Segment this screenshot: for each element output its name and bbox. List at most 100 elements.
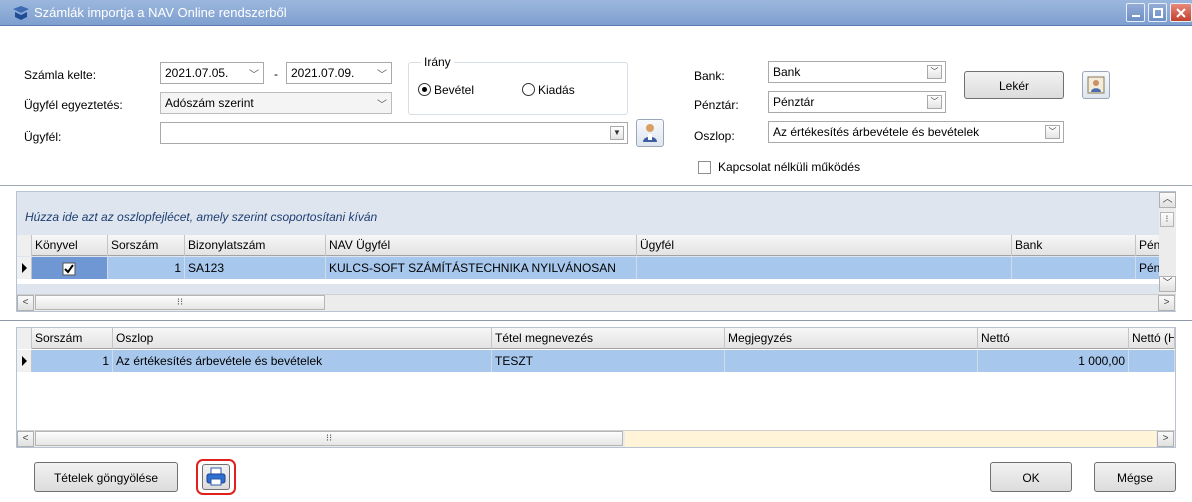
horizontal-scroll-thumb[interactable]: ⁝⁝: [35, 295, 325, 310]
radio-bevetel-label: Bevétel: [434, 83, 475, 97]
col-header-bank[interactable]: Bank: [1012, 235, 1136, 256]
col-header-sorszam[interactable]: Sorszám: [108, 235, 185, 256]
cell-konyvel[interactable]: [32, 257, 108, 279]
megse-button[interactable]: Mégse: [1094, 462, 1176, 492]
bank-select[interactable]: Bank ﹀: [768, 61, 946, 83]
header-indicator: [17, 328, 32, 349]
splitter[interactable]: [0, 320, 1192, 321]
radio-kiadas-label: Kiadás: [538, 83, 575, 97]
cell-ugyfel: [637, 257, 1012, 279]
current-row-icon: [22, 356, 27, 366]
oszlop-label: Oszlop:: [694, 129, 735, 143]
cell-bank: [1012, 257, 1136, 279]
ugyfel-egyeztetes-label: Ügyfél egyeztetés:: [24, 98, 123, 112]
cell-sorszam: 1: [32, 350, 113, 372]
radio-bevetel[interactable]: [418, 83, 431, 96]
report-button[interactable]: [1082, 71, 1110, 99]
invoice-grid: Húzza ide azt az oszlopfejlécet, amely s…: [16, 191, 1176, 312]
col-header-bizonylatszam[interactable]: Bizonylatszám: [185, 235, 326, 256]
cell-tetel: TESZT: [492, 350, 725, 372]
vertical-scroll-thumb[interactable]: ⁝: [1160, 212, 1174, 227]
date-from-picker[interactable]: 2021.07.05. ﹀: [160, 62, 264, 84]
separator: [0, 185, 1192, 186]
cell-nav-ugyfel: KULCS-SOFT SZÁMÍTÁSTECHNIKA NYILVÁNOSAN: [326, 257, 637, 279]
group-by-bar[interactable]: Húzza ide azt az oszlopfejlécet, amely s…: [17, 192, 1175, 235]
col-header-megjegyzes[interactable]: Megjegyzés: [725, 328, 978, 349]
ugyfel-label: Ügyfél:: [24, 130, 62, 144]
horizontal-scroll-thumb[interactable]: ⁝⁝: [35, 431, 623, 446]
ugyfel-egyeztetes-select[interactable]: Adószám szerint ﹀: [160, 92, 392, 114]
close-button[interactable]: [1170, 3, 1192, 22]
scroll-left-icon[interactable]: <: [17, 295, 34, 311]
chevron-down-icon: ﹀: [377, 70, 387, 81]
chevron-down-icon: ﹀: [927, 95, 942, 109]
tetelek-gongyolese-button[interactable]: Tételek göngyölése: [34, 462, 178, 492]
chevron-down-icon: ﹀: [1045, 125, 1060, 139]
horizontal-scrollbar[interactable]: < ⁝⁝ >: [17, 294, 1176, 311]
cell-sorszam: 1: [108, 257, 185, 279]
person-card-icon: [1087, 76, 1105, 94]
date-separator: -: [274, 67, 278, 81]
penztar-label: Pénztár:: [694, 98, 739, 112]
scroll-right-icon[interactable]: >: [1158, 295, 1175, 311]
vertical-scrollbar[interactable]: ︿ ⁝ ﹀: [1159, 192, 1176, 294]
filter-panel: Számla kelte: 2021.07.05. ﹀ - 2021.07.09…: [0, 27, 1192, 187]
date-from-value: 2021.07.05.: [165, 66, 229, 80]
table-row[interactable]: 1 SA123 KULCS-SOFT SZÁMÍTÁSTECHNIKA NYIL…: [17, 257, 1176, 279]
chevron-down-icon: ﹀: [249, 70, 259, 81]
title-bar: Számlák importja a NAV Online rendszerbő…: [0, 0, 1192, 26]
scroll-right-icon[interactable]: >: [1157, 431, 1174, 447]
col-header-nav-ugyfel[interactable]: NAV Ügyfél: [326, 235, 637, 256]
date-to-picker[interactable]: 2021.07.09. ﹀: [286, 62, 392, 84]
chevron-down-icon: ﹀: [377, 100, 387, 111]
dropdown-arrow-icon: ▼: [610, 126, 624, 140]
col-header-netto[interactable]: Nettó: [978, 328, 1129, 349]
group-hint-text: Húzza ide azt az oszlopfejlécet, amely s…: [25, 210, 378, 224]
cell-netto: 1 000,00: [978, 350, 1129, 372]
radio-kiadas[interactable]: [522, 83, 535, 96]
cell-oszlop: Az értékesítés árbevétele és bevételek: [113, 350, 492, 372]
leker-button[interactable]: Lekér: [964, 71, 1064, 99]
col-header-konyvel[interactable]: Könyvel: [32, 235, 108, 256]
customer-lookup-button[interactable]: [636, 119, 664, 147]
horizontal-scrollbar[interactable]: < ⁝⁝ >: [17, 430, 1175, 447]
penztar-value: Pénztár: [773, 95, 815, 109]
col-header-netto-huf[interactable]: Nettó (HU: [1129, 328, 1175, 349]
header-indicator: [17, 235, 32, 256]
print-button[interactable]: [202, 464, 230, 490]
checkbox-checked-icon: [62, 262, 76, 276]
item-grid: Sorszám Oszlop Tétel megnevezés Megjegyz…: [16, 327, 1176, 448]
date-to-value: 2021.07.09.: [291, 66, 355, 80]
app-icon: [12, 5, 29, 21]
bank-label: Bank:: [694, 69, 725, 83]
ugyfel-select[interactable]: ▼: [160, 122, 628, 144]
window-title: Számlák importja a NAV Online rendszerbő…: [34, 5, 287, 20]
scroll-up-icon[interactable]: ︿: [1159, 192, 1176, 208]
minimize-button[interactable]: [1126, 3, 1145, 22]
printer-icon: [206, 467, 226, 486]
col-header-ugyfel[interactable]: Ügyfél: [637, 235, 1012, 256]
row-indicator: [17, 257, 32, 279]
offline-checkbox[interactable]: [698, 161, 711, 174]
current-row-icon: [22, 263, 27, 273]
scroll-down-icon[interactable]: ﹀: [1159, 276, 1176, 292]
row-indicator: [17, 350, 32, 372]
szamla-kelte-label: Számla kelte:: [24, 68, 97, 82]
irany-group-title: Irány: [421, 55, 454, 69]
cell-megjegyzes: [725, 350, 978, 372]
table-row[interactable]: 1 Az értékesítés árbevétele és bevételek…: [17, 350, 1175, 372]
item-grid-header: Sorszám Oszlop Tétel megnevezés Megjegyz…: [17, 328, 1175, 349]
col-header-sorszam[interactable]: Sorszám: [32, 328, 113, 349]
footer-bar: Tételek göngyölése OK Mégse: [0, 452, 1192, 502]
scroll-left-icon[interactable]: <: [17, 431, 34, 447]
oszlop-value: Az értékesítés árbevétele és bevételek: [773, 125, 980, 139]
bank-value: Bank: [773, 65, 801, 79]
col-header-oszlop[interactable]: Oszlop: [113, 328, 492, 349]
oszlop-select[interactable]: Az értékesítés árbevétele és bevételek ﹀: [768, 121, 1064, 143]
penztar-select[interactable]: Pénztár ﹀: [768, 91, 946, 113]
invoice-grid-header: Könyvel Sorszám Bizonylatszám NAV Ügyfél…: [17, 235, 1176, 256]
maximize-button[interactable]: [1148, 3, 1167, 22]
ok-button[interactable]: OK: [990, 462, 1072, 492]
col-header-tetel[interactable]: Tétel megnevezés: [492, 328, 725, 349]
table-row-partial: [17, 279, 1159, 284]
